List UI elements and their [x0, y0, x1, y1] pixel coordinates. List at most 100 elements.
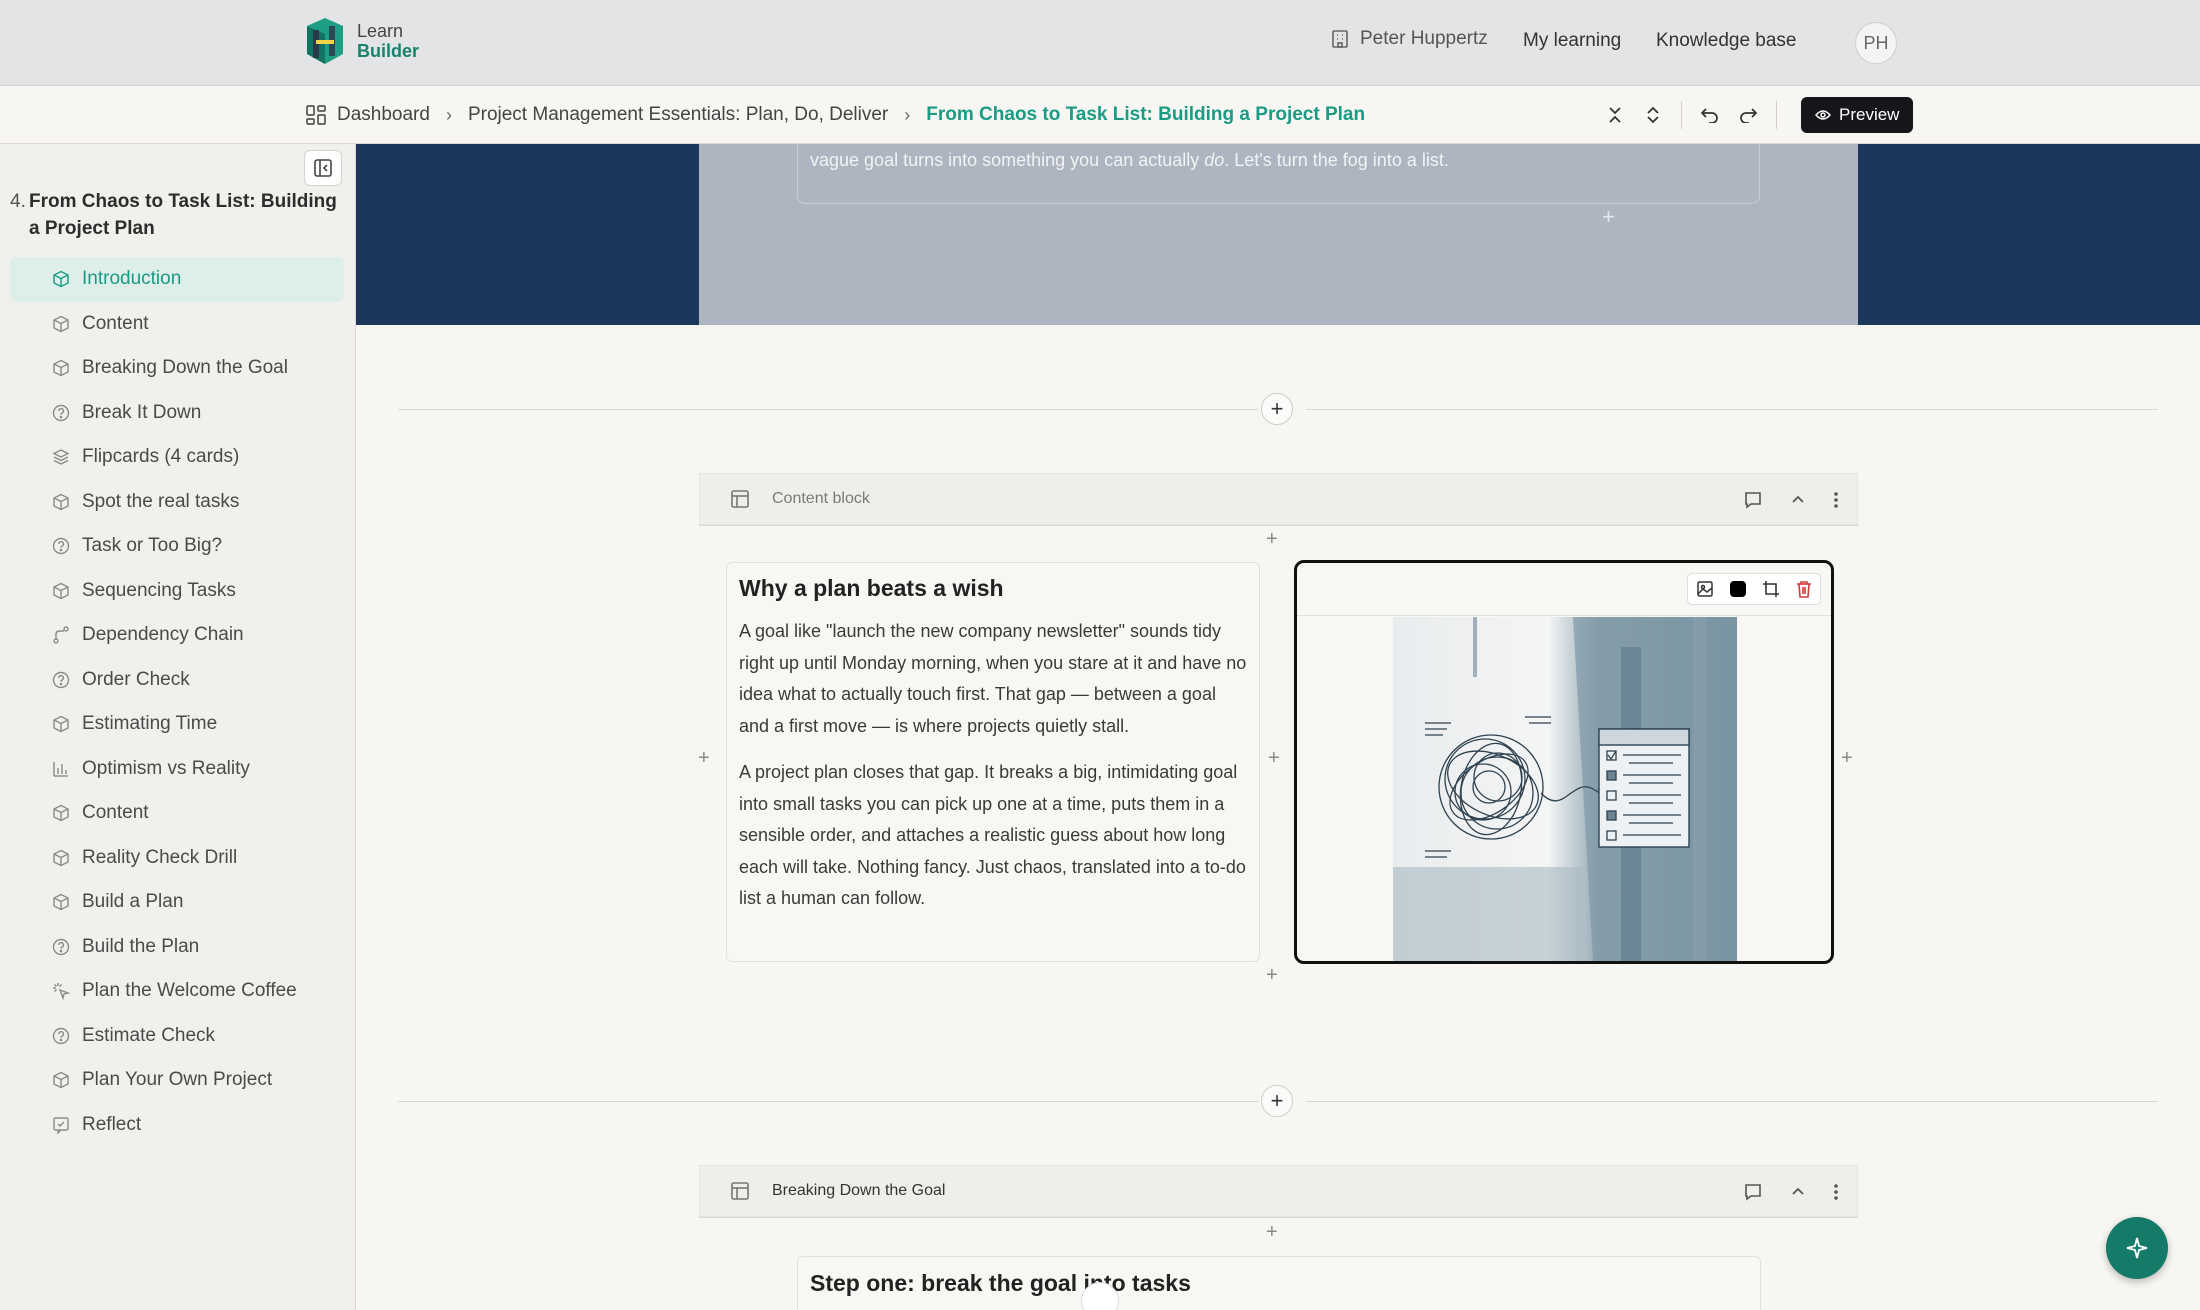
lesson-sidebar: 4. From Chaos to Task List: Building a P… — [0, 144, 356, 1310]
step-heading[interactable]: Step one: break the goal into tasks — [810, 1270, 1191, 1297]
sidebar-item[interactable]: Content — [10, 302, 344, 347]
cube-icon — [52, 359, 70, 377]
breadcrumb-bar: Dashboard › Project Management Essential… — [0, 86, 2200, 144]
comment-icon[interactable] — [1743, 1182, 1763, 1202]
cube-icon — [52, 893, 70, 911]
my-learning-link[interactable]: My learning — [1523, 30, 1621, 52]
sidebar-item[interactable]: Breaking Down the Goal — [10, 346, 344, 391]
avatar[interactable]: PH — [1855, 22, 1897, 64]
more-vertical-icon[interactable] — [1833, 491, 1839, 509]
add-row-below-icon[interactable]: + — [1266, 964, 1278, 987]
org-selector[interactable]: Peter Huppertz — [1330, 28, 1488, 50]
replace-image-icon[interactable] — [1688, 574, 1721, 604]
sidebar-item[interactable]: Order Check — [10, 658, 344, 703]
image-toolbar — [1687, 573, 1821, 605]
sidebar-item[interactable]: Optimism vs Reality — [10, 747, 344, 792]
expand-all-icon[interactable] — [1643, 105, 1663, 125]
section-title-text: From Chaos to Task List: Building a Proj… — [29, 191, 337, 239]
collapse-sidebar-button[interactable] — [304, 150, 342, 186]
sidebar-item-label: Breaking Down the Goal — [82, 357, 288, 379]
sidebar-item[interactable]: Build the Plan — [10, 925, 344, 970]
image-element[interactable] — [1294, 560, 1834, 964]
sidebar-item-label: Break It Down — [82, 401, 202, 423]
knowledge-base-link[interactable]: Knowledge base — [1656, 30, 1797, 52]
add-content-icon[interactable]: + — [1602, 204, 1615, 230]
hero-inner: vague goal turns into something you can … — [699, 144, 1858, 325]
hero-text-card[interactable]: vague goal turns into something you can … — [797, 144, 1760, 204]
sidebar-item-label: Estimate Check — [82, 1024, 216, 1046]
comment-icon[interactable] — [1743, 490, 1763, 510]
breadcrumb-dashboard[interactable]: Dashboard — [337, 104, 430, 126]
sidebar-item[interactable]: Sequencing Tasks — [10, 569, 344, 614]
add-row-above-icon[interactable]: + — [1266, 528, 1278, 551]
chevron-up-icon[interactable] — [1789, 1183, 1807, 1201]
add-column-middle-icon[interactable]: + — [1268, 747, 1280, 770]
add-column-left-icon[interactable]: + — [698, 747, 710, 770]
text-paragraph-2[interactable]: A project plan closes that gap. It break… — [739, 757, 1247, 915]
sidebar-item[interactable]: Estimate Check — [10, 1014, 344, 1059]
sidebar-item-label: Plan the Welcome Coffee — [82, 980, 297, 1002]
chevron-up-icon[interactable] — [1789, 491, 1807, 509]
redo-icon[interactable] — [1738, 105, 1758, 125]
section-title[interactable]: 4. From Chaos to Task List: Building a P… — [10, 188, 350, 242]
color-picker-icon[interactable] — [1721, 574, 1754, 604]
undo-icon[interactable] — [1700, 105, 1720, 125]
sidebar-item-label: Content — [82, 802, 149, 824]
cube-icon — [52, 849, 70, 867]
sidebar-item[interactable]: Reflect — [10, 1103, 344, 1148]
top-bar: Learn Builder Peter Huppertz My learning… — [0, 0, 2200, 86]
ai-assistant-button[interactable] — [2106, 1217, 2168, 1279]
block-divider — [398, 1101, 1258, 1102]
sidebar-item-label: Sequencing Tasks — [82, 579, 236, 601]
content-block-header[interactable]: Breaking Down the Goal — [699, 1165, 1858, 1217]
breadcrumb-course[interactable]: Project Management Essentials: Plan, Do,… — [468, 104, 888, 126]
cube-icon — [52, 582, 70, 600]
preview-label: Preview — [1839, 105, 1900, 124]
block-border — [699, 525, 1858, 526]
text-paragraph-1[interactable]: A goal like "launch the new company news… — [739, 616, 1247, 742]
text-element[interactable]: Step one: break the goal into tasks — [797, 1256, 1761, 1310]
sidebar-item[interactable]: Reality Check Drill — [10, 836, 344, 881]
add-column-right-icon[interactable]: + — [1841, 747, 1853, 770]
add-block-button[interactable]: + — [1261, 1085, 1293, 1117]
sidebar-item-label: Order Check — [82, 668, 190, 690]
sidebar-item[interactable]: Build a Plan — [10, 880, 344, 925]
add-block-button[interactable]: + — [1261, 393, 1293, 425]
hero-banner: vague goal turns into something you can … — [356, 144, 2200, 325]
sidebar-item[interactable]: Plan Your Own Project — [10, 1058, 344, 1103]
sidebar-item[interactable]: Task or Too Big? — [10, 524, 344, 569]
crop-icon[interactable] — [1754, 574, 1787, 604]
preview-button[interactable]: Preview — [1801, 97, 1914, 133]
sidebar-item[interactable]: Flipcards (4 cards) — [10, 435, 344, 480]
add-row-above-icon[interactable]: + — [1266, 1221, 1278, 1244]
app-logo[interactable]: Learn Builder — [303, 16, 419, 66]
block-divider — [1306, 409, 2158, 410]
sidebar-item[interactable]: Introduction — [10, 257, 344, 302]
logo-text-learn: Learn — [357, 21, 404, 41]
block-title: Content block — [772, 490, 870, 507]
chaos-to-checklist-illustration — [1393, 617, 1737, 961]
text-element[interactable]: Why a plan beats a wish A goal like "lau… — [726, 562, 1260, 962]
sidebar-item[interactable]: Estimating Time — [10, 702, 344, 747]
editor-toolbar: Preview — [1605, 86, 1914, 144]
sidebar-item[interactable]: Content — [10, 791, 344, 836]
hero-text: vague goal turns into something you can … — [810, 150, 1449, 170]
breadcrumb-lesson[interactable]: From Chaos to Task List: Building a Proj… — [926, 104, 1365, 126]
sidebar-item-label: Spot the real tasks — [82, 490, 240, 512]
question-circle-icon — [52, 938, 70, 956]
more-vertical-icon[interactable] — [1833, 1183, 1839, 1201]
content-block-header[interactable]: Content block — [699, 473, 1858, 525]
sidebar-item[interactable]: Plan the Welcome Coffee — [10, 969, 344, 1014]
delete-icon[interactable] — [1787, 574, 1820, 604]
text-heading[interactable]: Why a plan beats a wish — [739, 575, 1247, 602]
sidebar-item[interactable]: Spot the real tasks — [10, 480, 344, 525]
sidebar-item-label: Estimating Time — [82, 713, 218, 735]
question-circle-icon — [52, 537, 70, 555]
sidebar-item-label: Content — [82, 312, 149, 334]
cube-icon — [52, 315, 70, 333]
cube-icon — [52, 493, 70, 511]
sidebar-item-label: Flipcards (4 cards) — [82, 446, 240, 468]
sidebar-item[interactable]: Dependency Chain — [10, 613, 344, 658]
collapse-all-icon[interactable] — [1605, 105, 1625, 125]
sidebar-item[interactable]: Break It Down — [10, 391, 344, 436]
